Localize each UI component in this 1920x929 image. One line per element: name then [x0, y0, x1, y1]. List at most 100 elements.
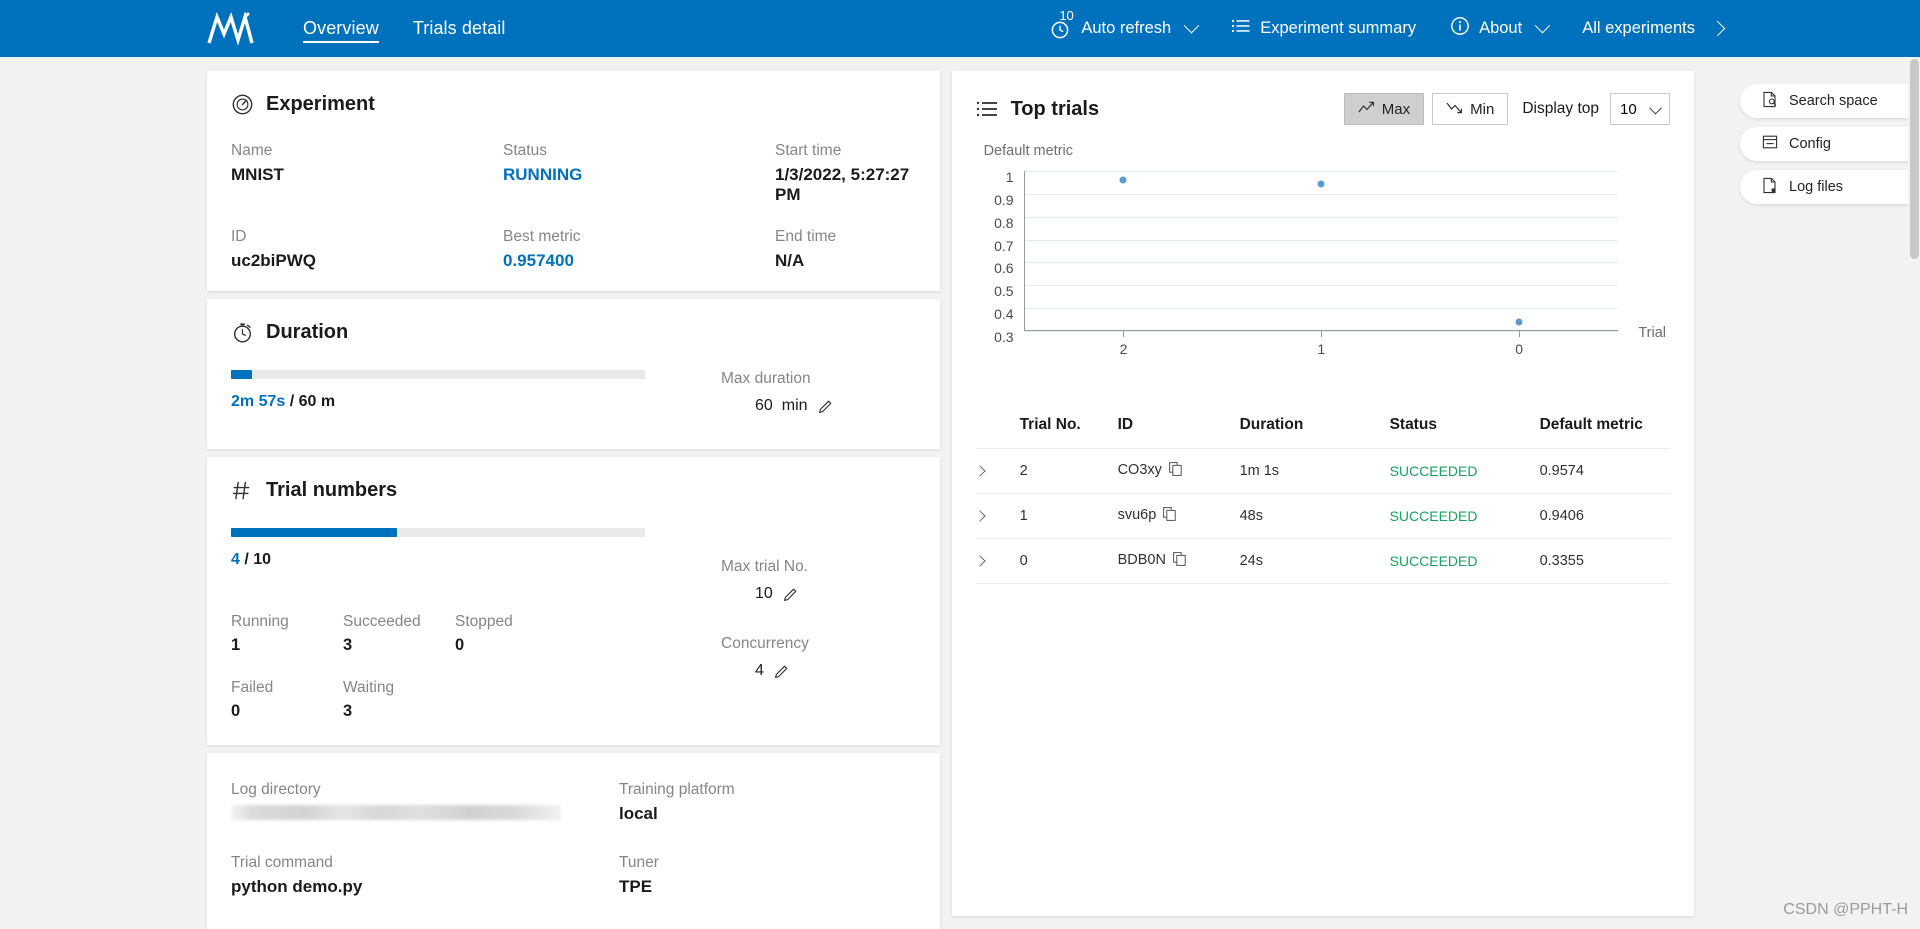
- cell-trial-no: 0: [1019, 538, 1118, 584]
- top-trials-panel: Top trials Max Min Display top 10 Defaul…: [951, 71, 1694, 916]
- table-row[interactable]: 2 CO3xy 1m 1s SUCCEEDED 0.9574: [973, 448, 1670, 494]
- status-badge: SUCCEEDED: [1389, 507, 1478, 524]
- status-badge: SUCCEEDED: [1389, 462, 1478, 479]
- edit-max-duration-pencil-icon[interactable]: [817, 398, 834, 415]
- max-trial-row: 10: [721, 585, 916, 603]
- trial-settings-pane: Max trial No. 10 Concurrency 4: [709, 528, 916, 721]
- page-scrollbar-thumb[interactable]: [1910, 59, 1919, 259]
- copy-icon[interactable]: [1173, 552, 1186, 570]
- hash-icon: [231, 479, 254, 502]
- about-button[interactable]: About: [1433, 0, 1565, 57]
- config-info-grid: Log directory Training platform local Tr…: [231, 781, 916, 897]
- side-action-buttons: Search space Config Log files: [1740, 71, 1920, 929]
- chart-data-point[interactable]: [1515, 318, 1523, 326]
- cell-id-text: CO3xy: [1117, 462, 1162, 478]
- cell-status: SUCCEEDED: [1389, 538, 1540, 584]
- trial-progress-pane: 4 / 10 Running 1 Succeeded 3 Stopped 0 F…: [231, 528, 709, 721]
- about-label: About: [1479, 19, 1523, 37]
- row-expand-cell[interactable]: [973, 448, 1020, 494]
- chevron-right-icon: [1709, 20, 1726, 37]
- chart-y-axis-label: Default metric: [983, 143, 1074, 159]
- edit-concurrency-pencil-icon[interactable]: [773, 663, 790, 680]
- cell-id: BDB0N: [1117, 538, 1240, 584]
- auto-refresh-button[interactable]: 10 Auto refresh: [1033, 0, 1214, 57]
- nav-link-trials-detail[interactable]: Trials detail: [413, 0, 506, 57]
- trial-progress-track: [231, 528, 645, 537]
- chart-data-point[interactable]: [1119, 176, 1127, 184]
- field-best-metric-label: Best metric: [503, 228, 581, 245]
- trial-command-value: python demo.py: [231, 877, 363, 896]
- config-button[interactable]: Config: [1740, 127, 1920, 161]
- right-column: Top trials Max Min Display top 10 Defaul…: [951, 71, 1694, 929]
- trial-command-group: Trial command python demo.py: [231, 854, 619, 897]
- field-end-time-value: N/A: [775, 251, 805, 270]
- experiment-summary-label: Experiment summary: [1260, 19, 1417, 37]
- chart-plot-area: 2 1 0: [1023, 171, 1618, 357]
- display-top-select[interactable]: 10: [1610, 93, 1670, 125]
- max-duration-unit: min: [781, 397, 808, 414]
- stat-running-label: Running: [231, 613, 289, 630]
- edit-max-trial-pencil-icon[interactable]: [782, 586, 799, 603]
- auto-refresh-interval-badge: 10: [1059, 7, 1074, 23]
- field-name-label: Name: [231, 142, 273, 159]
- all-experiments-button[interactable]: All experiments: [1565, 0, 1740, 57]
- field-best-metric: Best metric 0.957400: [503, 228, 775, 271]
- chevron-right-icon[interactable]: [973, 465, 986, 477]
- chart-gridline: [1024, 285, 1618, 287]
- copy-icon[interactable]: [1163, 507, 1176, 525]
- stat-stopped: Stopped 0: [455, 613, 567, 655]
- auto-refresh-label: Auto refresh: [1081, 19, 1172, 37]
- trial-total-count: 10: [253, 551, 272, 568]
- field-id-label: ID: [231, 228, 247, 245]
- duration-card: Duration 2m 57s / 60 m Max duration 60 m…: [207, 299, 940, 449]
- chart-x-axis-label: Trial: [1638, 325, 1666, 341]
- copy-icon[interactable]: [1168, 462, 1182, 480]
- top-trials-title: Top trials: [976, 98, 1099, 121]
- page-scrollbar[interactable]: [1908, 57, 1920, 929]
- chart-y-tick: 0.3: [994, 329, 1014, 345]
- concurrency-label: Concurrency: [721, 635, 809, 652]
- tuner-label: Tuner: [619, 854, 659, 871]
- table-body: 2 CO3xy 1m 1s SUCCEEDED 0.9574 1 svu6p 48s SUCCE…: [973, 448, 1670, 584]
- duration-progress-pane: 2m 57s / 60 m: [231, 370, 709, 415]
- row-expand-cell[interactable]: [973, 493, 1020, 539]
- stat-failed-value: 0: [231, 702, 241, 720]
- nav-link-overview[interactable]: Overview: [303, 0, 379, 57]
- field-status: Status RUNNING: [503, 142, 775, 205]
- chart-data-point[interactable]: [1317, 180, 1325, 188]
- chart-y-tick: 0.9: [994, 191, 1014, 208]
- log-files-button[interactable]: Log files: [1740, 170, 1920, 204]
- search-space-button[interactable]: Search space: [1740, 84, 1920, 118]
- list-icon: [976, 98, 999, 121]
- trial-status-stats: Running 1 Succeeded 3 Stopped 0 Failed 0…: [231, 613, 709, 721]
- max-toggle-button[interactable]: Max: [1343, 93, 1425, 125]
- stat-running: Running 1: [231, 613, 343, 655]
- field-name: Name MNIST: [231, 142, 503, 205]
- table-row[interactable]: 1 svu6p 48s SUCCEEDED 0.9406: [973, 493, 1670, 539]
- chevron-right-icon[interactable]: [973, 510, 986, 522]
- max-toggle-label: Max: [1381, 100, 1411, 118]
- duration-card-title: Duration: [231, 321, 916, 344]
- config-icon: [1762, 134, 1778, 154]
- field-id: ID uc2biPWQ: [231, 228, 503, 271]
- stopwatch-icon: [231, 321, 254, 344]
- chart-x-tick-label: 1: [1317, 341, 1326, 357]
- nni-logo-icon[interactable]: [207, 11, 261, 46]
- chevron-right-icon[interactable]: [973, 555, 986, 567]
- stat-stopped-value: 0: [455, 636, 465, 654]
- experiment-summary-button[interactable]: Experiment summary: [1214, 0, 1433, 57]
- training-platform-group: Training platform local: [619, 781, 916, 824]
- top-trials-chart: Default metric 1 0.9 0.8 0.7 0.6 0.5 0.4 0.3 2 1…: [976, 143, 1670, 380]
- col-header-status: Status: [1389, 416, 1540, 449]
- min-toggle-button[interactable]: Min: [1432, 93, 1509, 125]
- chart-x-tick-mark: [1519, 331, 1521, 337]
- concurrency-row: 4: [721, 662, 916, 680]
- table-row[interactable]: 0 BDB0N 24s SUCCEEDED 0.3355: [973, 538, 1670, 584]
- stat-stopped-label: Stopped: [455, 613, 513, 630]
- main-nav-links: Overview Trials detail: [303, 0, 506, 57]
- duration-elapsed: 2m 57s: [231, 393, 286, 410]
- log-directory-value-redacted: [231, 805, 561, 820]
- top-navigation-bar: Overview Trials detail 10 Auto refresh E…: [0, 0, 1920, 57]
- field-start-time-label: Start time: [775, 142, 842, 159]
- row-expand-cell[interactable]: [973, 538, 1020, 584]
